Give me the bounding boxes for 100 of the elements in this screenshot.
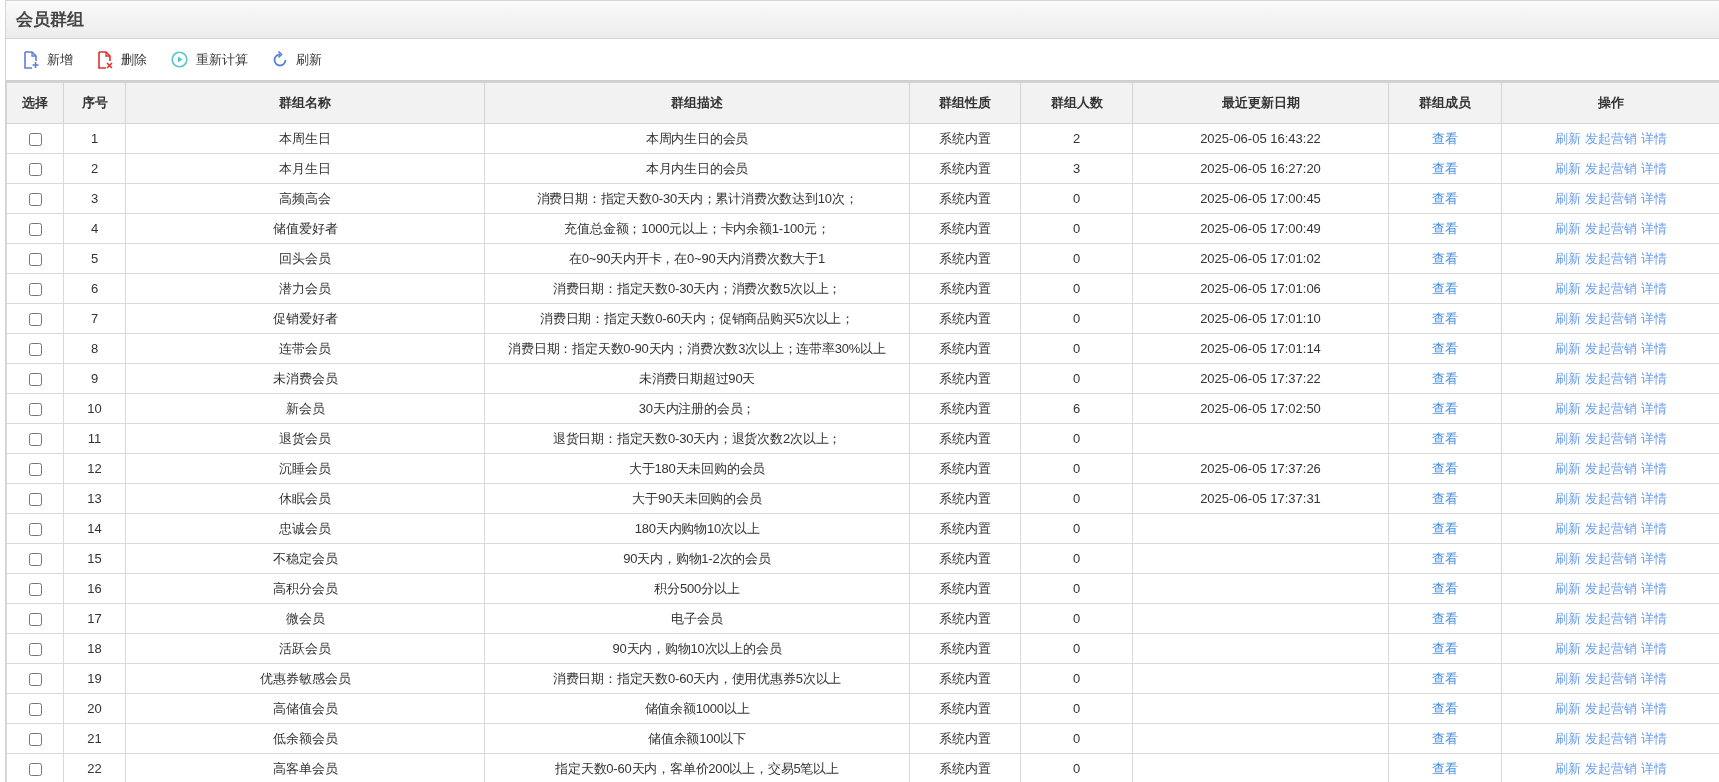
view-members-link[interactable]: 查看 <box>1432 160 1458 176</box>
view-members-link[interactable]: 查看 <box>1432 640 1458 656</box>
details-link[interactable]: 详情 <box>1640 580 1667 596</box>
details-link[interactable]: 详情 <box>1640 670 1667 686</box>
start-marketing-link[interactable]: 发起营销 <box>1584 670 1637 686</box>
refresh-link[interactable]: 刷新 <box>1554 220 1581 236</box>
refresh-link[interactable]: 刷新 <box>1554 730 1581 746</box>
details-link[interactable]: 详情 <box>1640 220 1667 236</box>
view-members-link[interactable]: 查看 <box>1432 520 1458 536</box>
start-marketing-link[interactable]: 发起营销 <box>1584 460 1637 476</box>
start-marketing-link[interactable]: 发起营销 <box>1584 430 1637 446</box>
start-marketing-link[interactable]: 发起营销 <box>1584 340 1637 356</box>
details-link[interactable]: 详情 <box>1640 160 1667 176</box>
toolbar-button[interactable]: 刷新 <box>270 47 324 72</box>
toolbar-button[interactable]: 新增 <box>21 47 75 72</box>
view-members-link[interactable]: 查看 <box>1432 670 1458 686</box>
details-link[interactable]: 详情 <box>1640 190 1667 206</box>
row-checkbox[interactable] <box>28 702 42 716</box>
view-members-link[interactable]: 查看 <box>1432 610 1458 626</box>
refresh-link[interactable]: 刷新 <box>1554 370 1581 386</box>
refresh-link[interactable]: 刷新 <box>1554 640 1581 656</box>
row-checkbox[interactable] <box>28 582 42 596</box>
row-checkbox[interactable] <box>28 222 42 236</box>
details-link[interactable]: 详情 <box>1640 340 1667 356</box>
view-members-link[interactable]: 查看 <box>1432 340 1458 356</box>
refresh-link[interactable]: 刷新 <box>1554 700 1581 716</box>
view-members-link[interactable]: 查看 <box>1432 430 1458 446</box>
refresh-link[interactable]: 刷新 <box>1554 400 1581 416</box>
row-checkbox[interactable] <box>28 642 42 656</box>
refresh-link[interactable]: 刷新 <box>1554 160 1581 176</box>
start-marketing-link[interactable]: 发起营销 <box>1584 370 1637 386</box>
start-marketing-link[interactable]: 发起营销 <box>1584 310 1637 326</box>
row-checkbox[interactable] <box>28 312 42 326</box>
row-checkbox[interactable] <box>28 762 42 776</box>
start-marketing-link[interactable]: 发起营销 <box>1584 640 1637 656</box>
row-checkbox[interactable] <box>28 462 42 476</box>
row-checkbox[interactable] <box>28 132 42 146</box>
toolbar-button[interactable]: 删除 <box>95 47 149 72</box>
start-marketing-link[interactable]: 发起营销 <box>1584 490 1637 506</box>
refresh-link[interactable]: 刷新 <box>1554 490 1581 506</box>
details-link[interactable]: 详情 <box>1640 400 1667 416</box>
details-link[interactable]: 详情 <box>1640 760 1667 776</box>
view-members-link[interactable]: 查看 <box>1432 250 1458 266</box>
details-link[interactable]: 详情 <box>1640 610 1667 626</box>
row-checkbox[interactable] <box>28 192 42 206</box>
start-marketing-link[interactable]: 发起营销 <box>1584 760 1637 776</box>
view-members-link[interactable]: 查看 <box>1432 190 1458 206</box>
start-marketing-link[interactable]: 发起营销 <box>1584 580 1637 596</box>
toolbar-button[interactable]: 重新计算 <box>169 47 250 72</box>
view-members-link[interactable]: 查看 <box>1432 760 1458 776</box>
view-members-link[interactable]: 查看 <box>1432 580 1458 596</box>
refresh-link[interactable]: 刷新 <box>1554 190 1581 206</box>
refresh-link[interactable]: 刷新 <box>1554 340 1581 356</box>
row-checkbox[interactable] <box>28 552 42 566</box>
details-link[interactable]: 详情 <box>1640 490 1667 506</box>
view-members-link[interactable]: 查看 <box>1432 280 1458 296</box>
refresh-link[interactable]: 刷新 <box>1554 550 1581 566</box>
start-marketing-link[interactable]: 发起营销 <box>1584 700 1637 716</box>
start-marketing-link[interactable]: 发起营销 <box>1584 250 1637 266</box>
details-link[interactable]: 详情 <box>1640 550 1667 566</box>
refresh-link[interactable]: 刷新 <box>1554 430 1581 446</box>
view-members-link[interactable]: 查看 <box>1432 130 1458 146</box>
refresh-link[interactable]: 刷新 <box>1554 130 1581 146</box>
details-link[interactable]: 详情 <box>1640 700 1667 716</box>
refresh-link[interactable]: 刷新 <box>1554 610 1581 626</box>
start-marketing-link[interactable]: 发起营销 <box>1584 550 1637 566</box>
refresh-link[interactable]: 刷新 <box>1554 460 1581 476</box>
start-marketing-link[interactable]: 发起营销 <box>1584 160 1637 176</box>
refresh-link[interactable]: 刷新 <box>1554 280 1581 296</box>
start-marketing-link[interactable]: 发起营销 <box>1584 730 1637 746</box>
start-marketing-link[interactable]: 发起营销 <box>1584 520 1637 536</box>
view-members-link[interactable]: 查看 <box>1432 460 1458 476</box>
row-checkbox[interactable] <box>28 372 42 386</box>
row-checkbox[interactable] <box>28 252 42 266</box>
row-checkbox[interactable] <box>28 402 42 416</box>
details-link[interactable]: 详情 <box>1640 310 1667 326</box>
refresh-link[interactable]: 刷新 <box>1554 760 1581 776</box>
view-members-link[interactable]: 查看 <box>1432 700 1458 716</box>
row-checkbox[interactable] <box>28 432 42 446</box>
refresh-link[interactable]: 刷新 <box>1554 250 1581 266</box>
start-marketing-link[interactable]: 发起营销 <box>1584 190 1637 206</box>
row-checkbox[interactable] <box>28 672 42 686</box>
view-members-link[interactable]: 查看 <box>1432 220 1458 236</box>
details-link[interactable]: 详情 <box>1640 370 1667 386</box>
start-marketing-link[interactable]: 发起营销 <box>1584 400 1637 416</box>
row-checkbox[interactable] <box>28 522 42 536</box>
details-link[interactable]: 详情 <box>1640 250 1667 266</box>
details-link[interactable]: 详情 <box>1640 640 1667 656</box>
details-link[interactable]: 详情 <box>1640 430 1667 446</box>
row-checkbox[interactable] <box>28 342 42 356</box>
row-checkbox[interactable] <box>28 732 42 746</box>
row-checkbox[interactable] <box>28 492 42 506</box>
view-members-link[interactable]: 查看 <box>1432 550 1458 566</box>
start-marketing-link[interactable]: 发起营销 <box>1584 610 1637 626</box>
refresh-link[interactable]: 刷新 <box>1554 520 1581 536</box>
view-members-link[interactable]: 查看 <box>1432 370 1458 386</box>
view-members-link[interactable]: 查看 <box>1432 310 1458 326</box>
refresh-link[interactable]: 刷新 <box>1554 580 1581 596</box>
refresh-link[interactable]: 刷新 <box>1554 670 1581 686</box>
start-marketing-link[interactable]: 发起营销 <box>1584 220 1637 236</box>
